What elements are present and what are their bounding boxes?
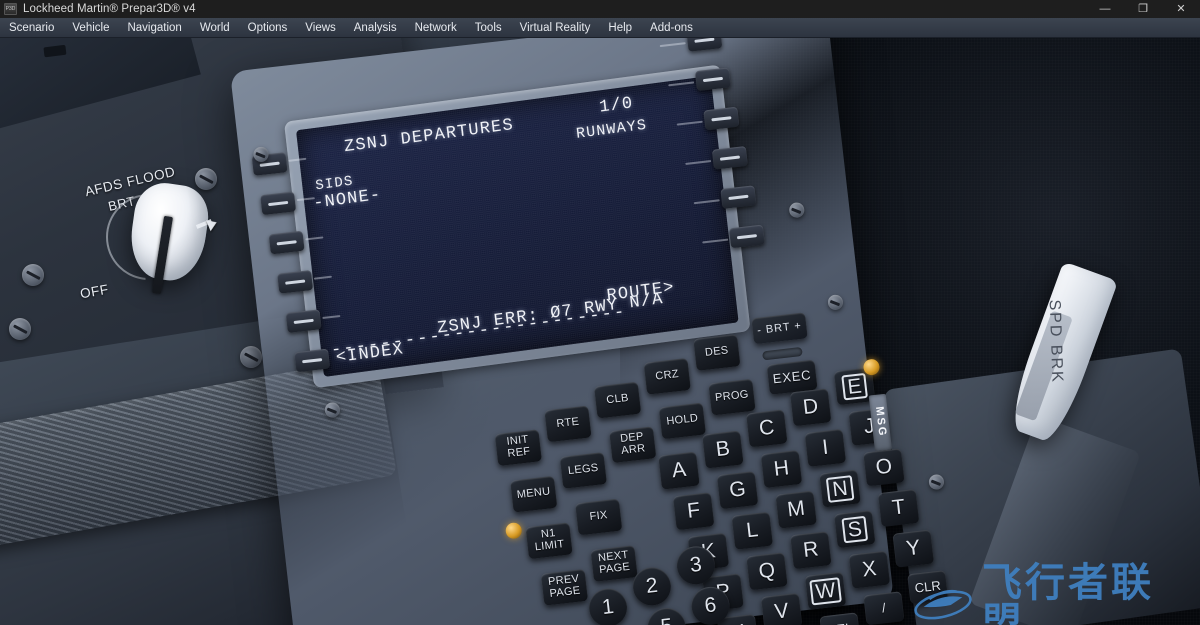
key-init-ref[interactable]: INIT REF xyxy=(494,429,543,467)
lsk-r2[interactable] xyxy=(694,67,731,92)
panel-screw xyxy=(22,264,44,286)
lsk-r5[interactable] xyxy=(720,185,757,209)
key-next-page-label: NEXT PAGE xyxy=(597,549,631,577)
key-prog[interactable]: PROG xyxy=(708,378,756,416)
watermark-row: 飞行者联盟 xyxy=(912,563,1192,625)
key-o[interactable]: O xyxy=(863,448,905,487)
lsk-l2[interactable] xyxy=(260,191,297,216)
menu-item-add-ons[interactable]: Add-ons xyxy=(641,18,702,38)
menu-item-network[interactable]: Network xyxy=(406,18,466,38)
key-q[interactable]: Q xyxy=(746,552,788,591)
key-dep-arr[interactable]: DEP ARR xyxy=(609,426,657,464)
lsk-l6[interactable] xyxy=(294,348,331,373)
key-s[interactable]: S xyxy=(833,510,876,549)
window-title: Lockheed Martin® Prepar3D® v4 xyxy=(23,3,196,15)
key-slash[interactable]: / xyxy=(863,591,905,625)
key-r[interactable]: R xyxy=(790,531,832,570)
key-rte[interactable]: RTE xyxy=(544,405,592,443)
key-hold-label: HOLD xyxy=(665,412,699,428)
cdu-page-number: 1/0 xyxy=(598,94,635,118)
key-x[interactable]: X xyxy=(848,550,891,589)
lsk-r6[interactable] xyxy=(728,224,765,249)
menu-item-analysis[interactable]: Analysis xyxy=(345,18,406,38)
key-legs[interactable]: LEGS xyxy=(559,452,608,489)
menu-item-help[interactable]: Help xyxy=(599,18,641,38)
cdu-screen-bezel: ZSNJ DEPARTURES 1/0 RUNWAYS SIDS -NONE- … xyxy=(283,64,751,389)
lsk-l5[interactable] xyxy=(285,309,322,334)
key-fix-label: FIX xyxy=(589,509,609,524)
menu-item-vehicle[interactable]: Vehicle xyxy=(63,18,118,38)
key-prog-label: PROG xyxy=(714,388,750,405)
key-v[interactable]: V xyxy=(760,592,803,625)
lsk-r3[interactable] xyxy=(703,106,740,131)
cdu-display[interactable]: ZSNJ DEPARTURES 1/0 RUNWAYS SIDS -NONE- … xyxy=(296,75,739,377)
key-i[interactable]: I xyxy=(804,428,847,467)
minimize-button[interactable]: — xyxy=(1086,0,1124,18)
menu-bar: Scenario Vehicle Navigation World Option… xyxy=(0,18,1200,38)
key-a[interactable]: A xyxy=(658,451,700,490)
menu-item-views[interactable]: Views xyxy=(296,18,344,38)
panel-screw xyxy=(195,168,217,190)
key-g[interactable]: G xyxy=(716,471,759,510)
key-des[interactable]: DES xyxy=(693,334,741,371)
key-n1-limit-label: N1 LIMIT xyxy=(534,527,566,554)
key-crz[interactable]: CRZ xyxy=(643,357,691,395)
menu-item-options[interactable]: Options xyxy=(239,18,297,38)
key-d[interactable]: D xyxy=(789,388,832,427)
chinaflier-logo-icon xyxy=(912,572,974,625)
key-n[interactable]: N xyxy=(819,469,861,508)
key-crz-label: CRZ xyxy=(654,368,680,383)
menu-item-world[interactable]: World xyxy=(191,18,239,38)
menu-item-navigation[interactable]: Navigation xyxy=(118,18,190,38)
prepar3d-window: Lockheed Martin® Prepar3D® v4 — ❐ ✕ Scen… xyxy=(0,0,1200,625)
close-button[interactable]: ✕ xyxy=(1162,0,1200,18)
watermark: 飞行者联盟 www.chinaflier.com xyxy=(912,563,1192,625)
afds-flood-off-label: OFF xyxy=(78,281,110,302)
key-f[interactable]: F xyxy=(672,492,715,531)
watermark-chinese-name: 飞行者联盟 xyxy=(982,559,1154,625)
restore-button[interactable]: ❐ xyxy=(1124,0,1162,18)
afds-flood-knob-assembly[interactable]: AFDS FLOOD BRT OFF xyxy=(78,156,270,346)
lsk-l3[interactable] xyxy=(268,230,305,255)
panel-screw xyxy=(240,346,262,368)
cdu-unit[interactable]: ZSNJ DEPARTURES 1/0 RUNWAYS SIDS -NONE- … xyxy=(229,38,949,625)
lsk-l4[interactable] xyxy=(277,269,314,294)
key-clb[interactable]: CLB xyxy=(593,381,642,419)
key-des-label: DES xyxy=(704,344,730,360)
key-menu[interactable]: MENU xyxy=(510,475,558,513)
key-b[interactable]: B xyxy=(702,430,744,469)
key-hold[interactable]: HOLD xyxy=(658,402,707,440)
key-clb-label: CLB xyxy=(605,392,630,407)
key-dep-arr-label: DEP ARR xyxy=(619,430,646,457)
afds-flood-arrow-icon xyxy=(206,216,219,232)
p3d-app-icon xyxy=(4,3,17,15)
key-next-page[interactable]: NEXT PAGE xyxy=(590,545,638,582)
key-h[interactable]: H xyxy=(760,449,803,489)
window-controls: — ❐ ✕ xyxy=(1086,0,1200,18)
menu-item-virtual-reality[interactable]: Virtual Reality xyxy=(511,18,600,38)
speed-brake-label: SPD BRK xyxy=(1045,299,1066,385)
key-prev-page-label: PREV PAGE xyxy=(547,573,582,601)
key-fix[interactable]: FIX xyxy=(575,498,623,536)
cdu-page-title: ZSNJ DEPARTURES xyxy=(343,116,515,158)
panel-screw xyxy=(9,318,31,340)
key-w[interactable]: W xyxy=(804,571,847,610)
key-menu-label: MENU xyxy=(516,485,552,502)
key-legs-label: LEGS xyxy=(567,461,600,478)
key-c[interactable]: C xyxy=(745,409,788,448)
menu-item-scenario[interactable]: Scenario xyxy=(0,18,63,38)
key-m[interactable]: M xyxy=(775,490,817,529)
lsk-r4[interactable] xyxy=(711,145,748,170)
key-n1-limit[interactable]: N1 LIMIT xyxy=(525,522,573,560)
left-dark-block xyxy=(0,38,201,147)
key-rte-label: RTE xyxy=(555,415,580,431)
cockpit-3d-view[interactable]: AFDS FLOOD BRT OFF ZSNJ DEPARTURES 1/0 R… xyxy=(0,38,1200,625)
key-init-ref-label: INIT REF xyxy=(506,433,531,460)
key-l[interactable]: L xyxy=(731,511,774,550)
menu-item-tools[interactable]: Tools xyxy=(466,18,511,38)
key-prev-page[interactable]: PREV PAGE xyxy=(540,568,589,606)
key-t[interactable]: T xyxy=(877,488,920,528)
cdu-runways-header: RUNWAYS xyxy=(575,116,649,143)
title-bar: Lockheed Martin® Prepar3D® v4 — ❐ ✕ xyxy=(0,0,1200,18)
